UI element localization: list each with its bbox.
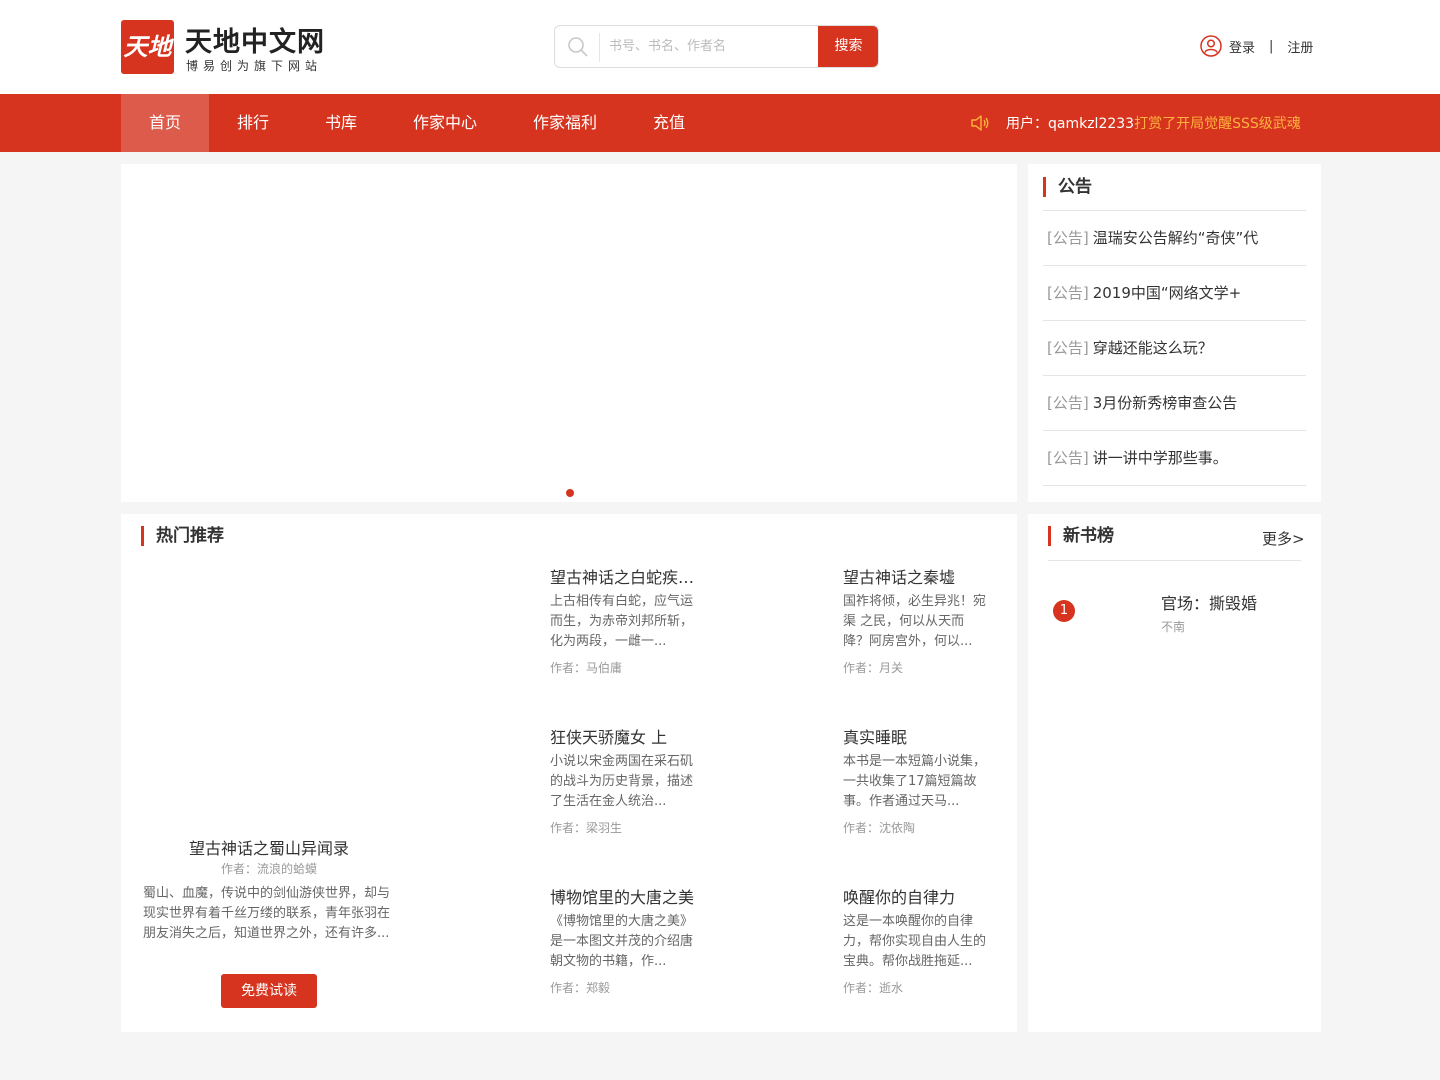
- announcement-tag: [公告]: [1047, 449, 1089, 467]
- announcement-tag: [公告]: [1047, 394, 1089, 412]
- book-author: 作者：马伯庸: [550, 661, 623, 675]
- search-button[interactable]: 搜索: [818, 26, 878, 67]
- search-divider: [599, 33, 600, 62]
- featured-book-description: 蜀山、血魔，传说中的剑仙游侠世界，却与现实世界有着千丝万缕的联系，青年张羽在朋友…: [143, 886, 391, 941]
- book-author: 作者：郑毅: [550, 981, 611, 995]
- speaker-icon: [971, 115, 989, 131]
- site-header: 天地 天地中文网 博易创为旗下网站 搜索 登录 | 注册: [0, 0, 1440, 94]
- book-author: 作者：沈依陶: [843, 821, 916, 835]
- login-link[interactable]: 登录: [1229, 37, 1255, 56]
- announcement-tag: [公告]: [1047, 339, 1089, 357]
- register-link[interactable]: 注册: [1287, 37, 1313, 56]
- book-title[interactable]: 狂侠天骄魔女 上: [550, 724, 695, 748]
- reward-ticker[interactable]: 用户：qamkzl2233 打赏了开局觉醒SSS级武魂: [970, 94, 1301, 152]
- carousel-dot-active[interactable]: [566, 489, 574, 497]
- book-author: 作者：逝水: [843, 981, 904, 995]
- logo-mark: 天地: [121, 20, 174, 74]
- announcement-item[interactable]: [公告] 3月份新秀榜审查公告: [1043, 376, 1306, 431]
- book-title[interactable]: 望古神话之白蛇疾…: [550, 564, 695, 588]
- book-cover[interactable]: [736, 564, 836, 699]
- search-icon: [568, 37, 588, 57]
- book-description: 这是一本唤醒你的自律力，帮你实现自由人生的宝典。帮你战胜拖延...: [843, 914, 987, 969]
- announcement-item[interactable]: [公告] 2019中国“网络文学+: [1043, 266, 1306, 321]
- nav-item-author-center[interactable]: 作家中心: [385, 94, 505, 152]
- book-description: 上古相传有白蛇，应气运而生，为赤帝刘邦所斩，化为两段，一雌一...: [550, 594, 694, 649]
- book-description: 《博物馆里的大唐之美》是一本图文并茂的介绍唐朝文物的书籍，作...: [550, 914, 694, 969]
- book-cover[interactable]: [443, 564, 543, 699]
- featured-book-cover[interactable]: [198, 574, 338, 764]
- book-author: 作者：月关: [843, 661, 904, 675]
- search-input[interactable]: [609, 32, 814, 61]
- user-links: 登录 | 注册: [1200, 34, 1313, 58]
- announcement-tag: [公告]: [1047, 284, 1089, 302]
- announcements-panel: 公告 [公告] 温瑞安公告解约“奇侠”代 [公告] 2019中国“网络文学+ [公告…: [1028, 164, 1321, 502]
- rank-badge: 1: [1053, 600, 1075, 622]
- announcement-text: 3月份新秀榜审查公告: [1092, 394, 1238, 412]
- book-cover[interactable]: [736, 724, 836, 859]
- announcement-item[interactable]: [公告] 温瑞安公告解约“奇侠”代: [1043, 211, 1306, 266]
- book-title[interactable]: 望古神话之秦墟: [843, 564, 988, 588]
- book-card[interactable]: 望古神话之白蛇疾… 上古相传有白蛇，应气运而生，为赤帝刘邦所斩，化为两段，一雌一…: [443, 564, 695, 704]
- book-card[interactable]: 狂侠天骄魔女 上 小说以宋金两国在采石矶的战斗为历史背景，描述了生活在金人统治.…: [443, 724, 693, 864]
- featured-book-author: 作者：流浪的蛤蟆: [220, 862, 317, 876]
- free-read-button[interactable]: 免费试读: [221, 974, 317, 1008]
- book-title[interactable]: 真实睡眠: [843, 724, 988, 748]
- ticker-action: 打赏了开局觉醒SSS级武魂: [1134, 116, 1301, 132]
- announcement-text: 温瑞安公告解约“奇侠”代: [1092, 229, 1259, 247]
- site-logo[interactable]: 天地 天地中文网 博易创为旗下网站: [121, 20, 331, 74]
- new-books-panel: 新书榜 更多> 1 官场：撕毁婚 不南: [1028, 514, 1321, 1032]
- announcement-item[interactable]: [公告] 讲一讲中学那些事。: [1043, 431, 1306, 486]
- banner-carousel[interactable]: [121, 164, 1017, 502]
- nav-item-library[interactable]: 书库: [297, 94, 385, 152]
- announcement-text: 穿越还能这么玩？: [1092, 339, 1213, 357]
- user-links-divider: |: [1269, 38, 1274, 54]
- announcement-item[interactable]: [公告] 穿越还能这么玩？: [1043, 321, 1306, 376]
- book-card[interactable]: 唤醒你的自律力 这是一本唤醒你的自律力，帮你实现自由人生的宝典。帮你战胜拖延..…: [736, 884, 986, 1024]
- book-card[interactable]: 真实睡眠 本书是一本短篇小说集，一共收集了17篇短篇故事。作者通过天马... 作…: [736, 724, 986, 864]
- new-book-title[interactable]: 官场：撕毁婚: [1161, 590, 1257, 614]
- book-author: 作者：梁羽生: [550, 821, 623, 835]
- book-description: 小说以宋金两国在采石矶的战斗为历史背景，描述了生活在金人统治...: [550, 754, 694, 809]
- site-name: 天地中文网: [185, 27, 325, 58]
- book-cover[interactable]: [443, 724, 543, 859]
- featured-book-title[interactable]: 望古神话之蜀山异闻录: [143, 835, 395, 859]
- new-book-cover[interactable]: [1088, 588, 1148, 668]
- nav-item-home[interactable]: 首页: [121, 94, 209, 152]
- announcement-text: 2019中国“网络文学+: [1092, 284, 1242, 302]
- new-books-title: 新书榜: [1048, 526, 1114, 546]
- nav-item-author-welfare[interactable]: 作家福利: [505, 94, 625, 152]
- book-card[interactable]: 博物馆里的大唐之美 《博物馆里的大唐之美》是一本图文并茂的介绍唐朝文物的书籍，作…: [443, 884, 695, 1024]
- book-title[interactable]: 博物馆里的大唐之美: [550, 884, 695, 908]
- announcements-title: 公告: [1043, 177, 1092, 197]
- user-icon: [1200, 35, 1222, 57]
- new-book-author: 不南: [1161, 620, 1186, 634]
- book-description: 国祚将倾，必生异兆！宛渠 之民，何以从天而降？阿房宫外，何以...: [843, 594, 987, 649]
- nav-item-recharge[interactable]: 充值: [625, 94, 713, 152]
- featured-book: 望古神话之蜀山异闻录 作者：流浪的蛤蟆 蜀山、血魔，传说中的剑仙游侠世界，却与现…: [143, 514, 395, 1032]
- book-cover[interactable]: [736, 884, 836, 1019]
- main-nav: 首页 排行 书库 作家中心 作家福利 充值 用户：qamkzl2233 打赏了开局…: [0, 94, 1440, 152]
- book-description: 本书是一本短篇小说集，一共收集了17篇短篇故事。作者通过天马...: [843, 754, 987, 809]
- search-box: 搜索: [554, 25, 879, 68]
- hot-recommendations: 热门推荐 望古神话之蜀山异闻录 作者：流浪的蛤蟆 蜀山、血魔，传说中的剑仙游侠世…: [121, 514, 1017, 1032]
- nav-item-ranking[interactable]: 排行: [209, 94, 297, 152]
- announcement-tag: [公告]: [1047, 229, 1089, 247]
- book-cover[interactable]: [443, 884, 543, 1019]
- book-card[interactable]: 望古神话之秦墟 国祚将倾，必生异兆！宛渠 之民，何以从天而降？阿房宫外，何以..…: [736, 564, 986, 704]
- book-title[interactable]: 唤醒你的自律力: [843, 884, 988, 908]
- divider: [1048, 560, 1301, 561]
- more-link[interactable]: 更多>: [1262, 528, 1305, 549]
- site-tagline: 博易创为旗下网站: [186, 59, 323, 73]
- ticker-user: 用户：qamkzl2233: [1006, 116, 1135, 132]
- announcement-text: 讲一讲中学那些事。: [1092, 449, 1228, 467]
